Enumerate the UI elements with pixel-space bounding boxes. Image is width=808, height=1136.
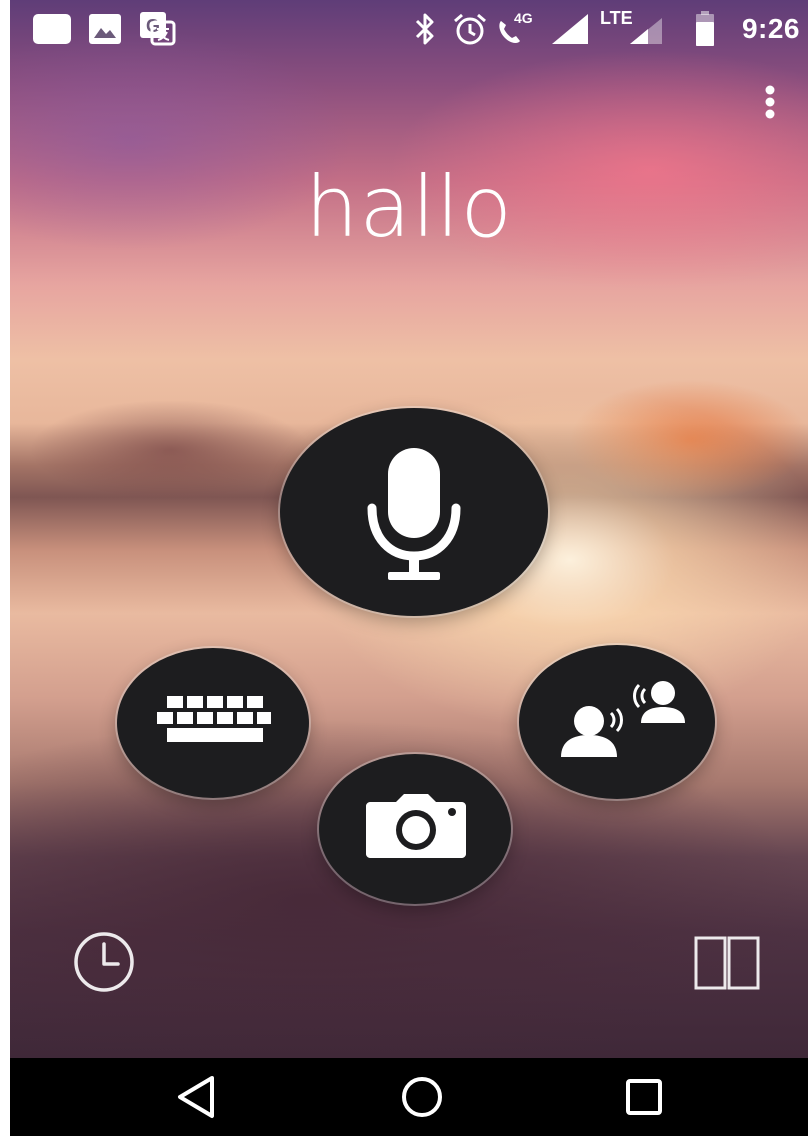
clock: 9:26 [741, 13, 800, 44]
keyboard-input-button[interactable] [117, 648, 309, 798]
history-clock-icon[interactable] [72, 930, 136, 994]
translate-icon: G [140, 12, 176, 46]
app-screen: G 4G LTE 9:26 hallo [10, 0, 808, 1136]
bluetooth-icon [415, 13, 434, 45]
back-icon[interactable] [166, 1070, 226, 1124]
status-bar: G 4G LTE 9:26 [10, 0, 808, 58]
phrasebook-icon[interactable] [694, 934, 760, 990]
camera-icon [366, 794, 466, 858]
translation-result[interactable]: hallo [10, 158, 808, 256]
battery-icon [696, 11, 714, 46]
recents-icon[interactable] [614, 1070, 674, 1124]
volte-call-icon: 4G [496, 10, 538, 46]
keyboard-icon [157, 696, 271, 742]
signal-icon [552, 14, 588, 44]
conversation-icon [561, 681, 685, 757]
microphone-icon [367, 448, 461, 580]
home-icon[interactable] [392, 1070, 452, 1124]
notification-square-icon [33, 14, 71, 44]
voice-input-button[interactable] [280, 408, 548, 616]
navigation-bar [10, 1058, 808, 1136]
conversation-mode-button[interactable] [519, 645, 715, 799]
camera-input-button[interactable] [319, 754, 511, 904]
lte-signal-icon [630, 18, 662, 44]
volte-label: 4G [514, 10, 533, 26]
more-options-icon[interactable] [750, 82, 790, 122]
alarm-icon [454, 13, 486, 45]
image-icon [89, 14, 121, 44]
